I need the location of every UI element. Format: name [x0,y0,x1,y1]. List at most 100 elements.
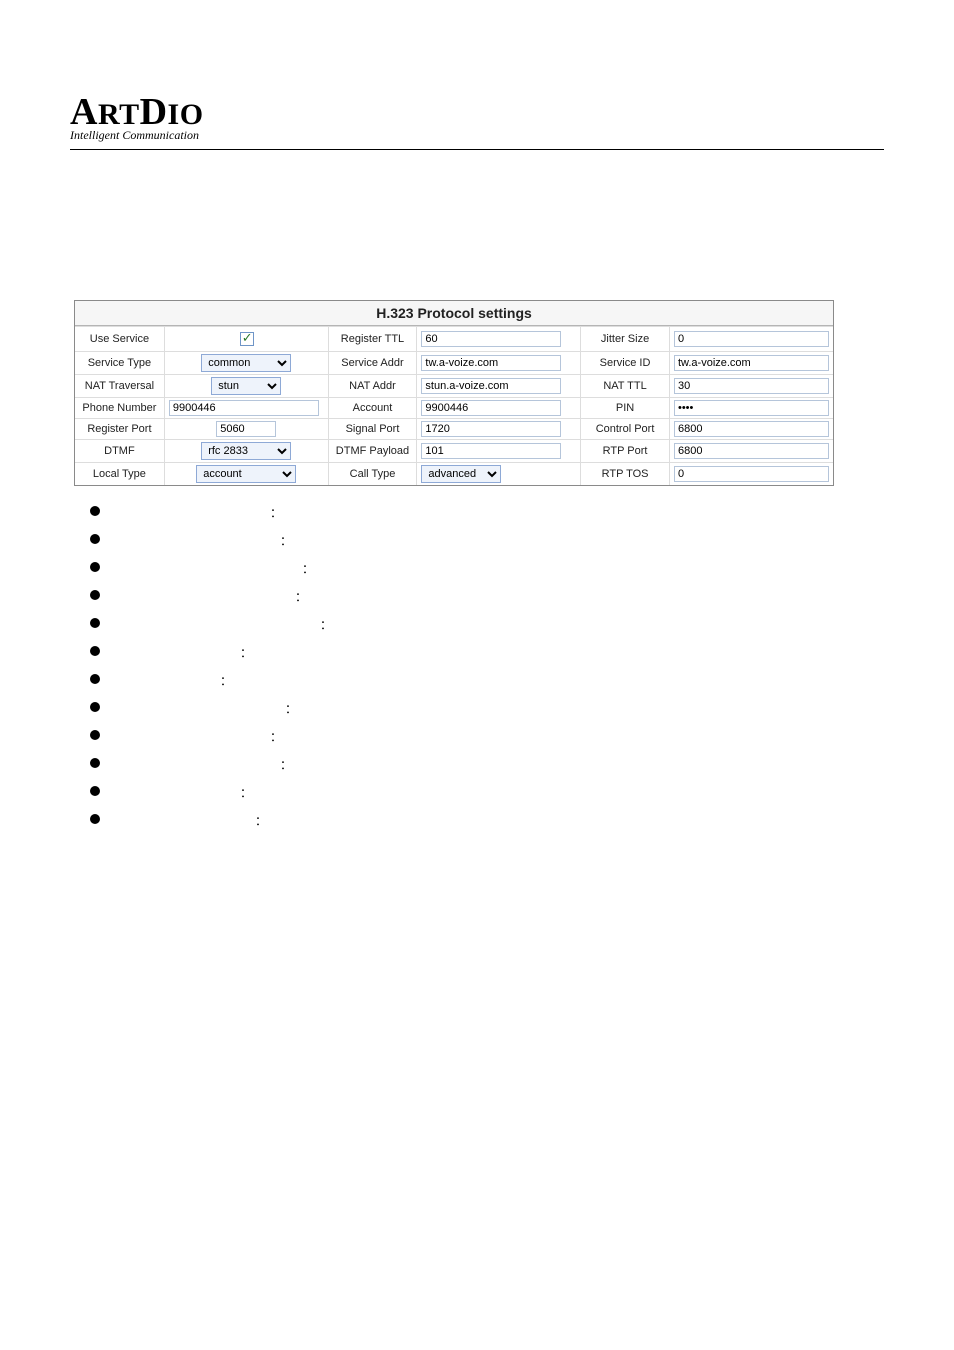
cell-service-type: common [165,352,328,374]
label-register-ttl: Register TTL [328,327,418,351]
logo-letter: RT [98,98,140,131]
header-divider [70,149,884,150]
colon-marker: ： [240,644,252,661]
colon-marker: ： [255,812,267,829]
colon-marker: ： [280,532,292,549]
signal-port-input[interactable] [421,421,561,437]
colon-marker: ： [270,504,282,521]
logo: ARTDIO Intelligent Communication [70,90,884,143]
colon-marker: ： [270,728,282,745]
dtmf-payload-input[interactable] [421,443,561,459]
cell-jitter-size [670,327,833,351]
label-nat-traversal: NAT Traversal [75,375,165,397]
settings-row: Service Type common Service Addr Service… [75,351,833,374]
service-type-select[interactable]: common [201,354,291,372]
settings-row: Local Type account Call Type advanced RT… [75,462,833,485]
label-register-port: Register Port [75,419,165,439]
label-service-id: Service ID [580,352,670,374]
logo-letter: D [140,91,168,133]
colon-marker: ： [295,588,307,605]
local-type-select[interactable]: account [196,465,296,483]
list-item: ： [90,616,884,630]
colon-marker: ： [240,784,252,801]
list-item: ： [90,588,884,602]
colon-marker: ： [220,672,232,689]
cell-dtmf-payload [417,440,580,462]
cell-nat-ttl [670,375,833,397]
colon-marker: ： [280,756,292,773]
label-call-type: Call Type [328,463,418,485]
list-item: ： [90,532,884,546]
colon-marker: ： [320,616,332,633]
nat-ttl-input[interactable] [674,378,829,394]
nat-addr-input[interactable] [421,378,561,394]
use-service-checkbox[interactable] [240,332,254,346]
phone-number-input[interactable] [169,400,319,416]
panel-title: H.323 Protocol settings [75,301,833,326]
label-service-type: Service Type [75,352,165,374]
register-port-input[interactable] [216,421,276,437]
logo-tagline: Intelligent Communication [70,128,884,143]
dtmf-select[interactable]: rfc 2833 [201,442,291,460]
settings-row: Register Port Signal Port Control Port [75,418,833,439]
label-nat-addr: NAT Addr [328,375,418,397]
label-dtmf: DTMF [75,440,165,462]
cell-phone-number [165,398,328,418]
label-signal-port: Signal Port [328,419,418,439]
settings-row: Phone Number Account PIN [75,397,833,418]
cell-local-type: account [165,463,328,485]
label-use-service: Use Service [75,327,165,351]
cell-register-ttl [417,327,580,351]
label-local-type: Local Type [75,463,165,485]
label-account: Account [328,398,418,418]
label-jitter-size: Jitter Size [580,327,670,351]
cell-call-type: advanced [417,463,580,485]
call-type-select[interactable]: advanced [421,465,501,483]
cell-pin [670,398,833,418]
pin-input[interactable] [674,400,829,416]
label-pin: PIN [580,398,670,418]
label-rtp-port: RTP Port [580,440,670,462]
list-item: ： [90,644,884,658]
settings-row: Use Service Register TTL Jitter Size [75,326,833,351]
cell-use-service [165,327,328,351]
cell-rtp-port [670,440,833,462]
colon-marker: ： [285,700,297,717]
list-item: ： [90,784,884,798]
h323-settings-panel: H.323 Protocol settings Use Service Regi… [74,300,834,486]
label-control-port: Control Port [580,419,670,439]
cell-control-port [670,419,833,439]
cell-service-addr [417,352,580,374]
service-id-input[interactable] [674,355,829,371]
cell-dtmf: rfc 2833 [165,440,328,462]
label-rtp-tos: RTP TOS [580,463,670,485]
list-item: ： [90,812,884,826]
list-item: ： [90,728,884,742]
account-input[interactable] [421,400,561,416]
settings-row: NAT Traversal stun NAT Addr NAT TTL [75,374,833,397]
list-item: ： [90,756,884,770]
control-port-input[interactable] [674,421,829,437]
register-ttl-input[interactable] [421,331,561,347]
label-dtmf-payload: DTMF Payload [328,440,418,462]
jitter-size-input[interactable] [674,331,829,347]
list-item: ： [90,560,884,574]
label-service-addr: Service Addr [328,352,418,374]
list-item: ： [90,504,884,518]
label-phone-number: Phone Number [75,398,165,418]
rtp-tos-input[interactable] [674,466,829,482]
cell-nat-traversal: stun [165,375,328,397]
service-addr-input[interactable] [421,355,561,371]
cell-nat-addr [417,375,580,397]
nat-traversal-select[interactable]: stun [211,377,281,395]
cell-register-port [165,419,328,439]
cell-rtp-tos [670,463,833,485]
rtp-port-input[interactable] [674,443,829,459]
list-item: ： [90,672,884,686]
cell-service-id [670,352,833,374]
cell-signal-port [417,419,580,439]
annotation-list: ：：：：：：：：：：：： [90,504,884,826]
cell-account [417,398,580,418]
logo-letter: IO [168,98,204,131]
list-item: ： [90,700,884,714]
